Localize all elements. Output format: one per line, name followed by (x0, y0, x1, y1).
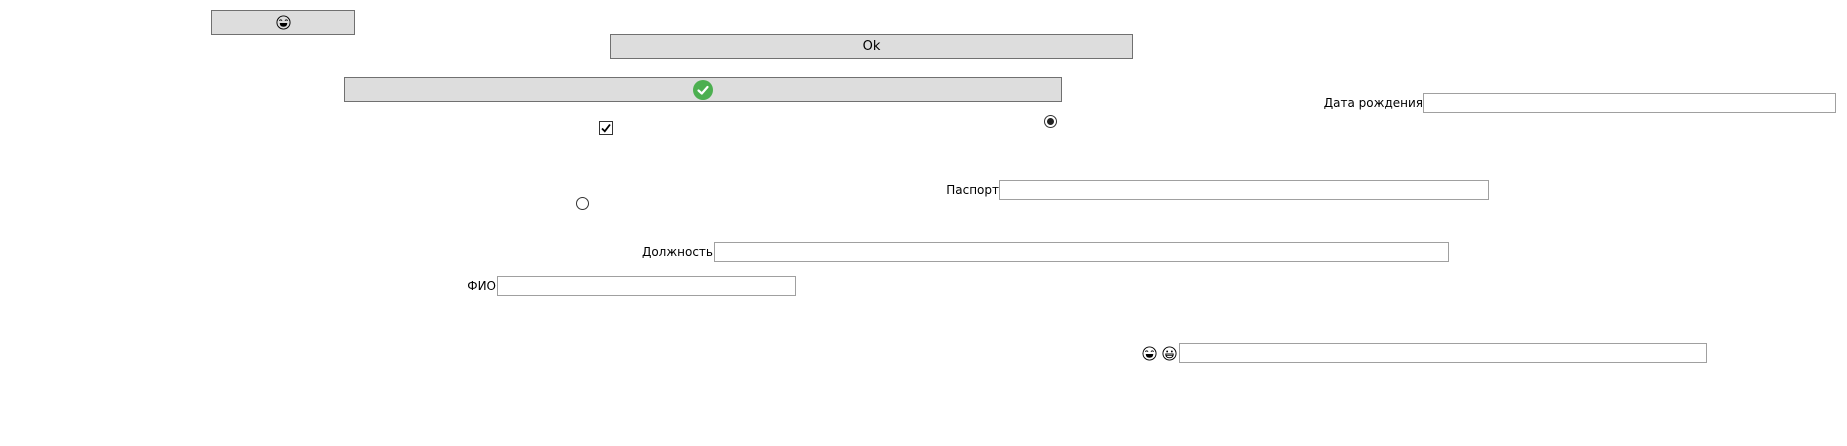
green-check-icon (693, 79, 713, 100)
full-name-label: ФИО (467, 279, 496, 293)
position-field[interactable] (714, 242, 1449, 262)
ok-button[interactable]: Ok (610, 34, 1133, 59)
checkbox[interactable] (599, 121, 613, 135)
laughing-emoji-icon (275, 15, 291, 30)
full-name-field[interactable] (497, 276, 796, 296)
checkmark-icon (601, 123, 611, 133)
grinning-emoji-icon (1162, 346, 1177, 361)
birth-date-label: Дата рождения (1323, 96, 1423, 110)
passport-label: Паспорт (946, 183, 999, 197)
confirm-button[interactable] (344, 77, 1062, 102)
passport-field[interactable] (999, 180, 1489, 200)
position-label: Должность (641, 245, 713, 259)
laughing-emoji-icon (1142, 346, 1157, 361)
radio-button-selected[interactable] (1044, 115, 1057, 128)
emoji-button[interactable] (211, 10, 355, 35)
radio-button[interactable] (576, 197, 589, 210)
radio-dot (1047, 118, 1054, 125)
birth-date-field[interactable] (1423, 93, 1836, 113)
ok-button-label: Ok (862, 39, 881, 54)
emoji-text-field[interactable] (1179, 343, 1707, 363)
